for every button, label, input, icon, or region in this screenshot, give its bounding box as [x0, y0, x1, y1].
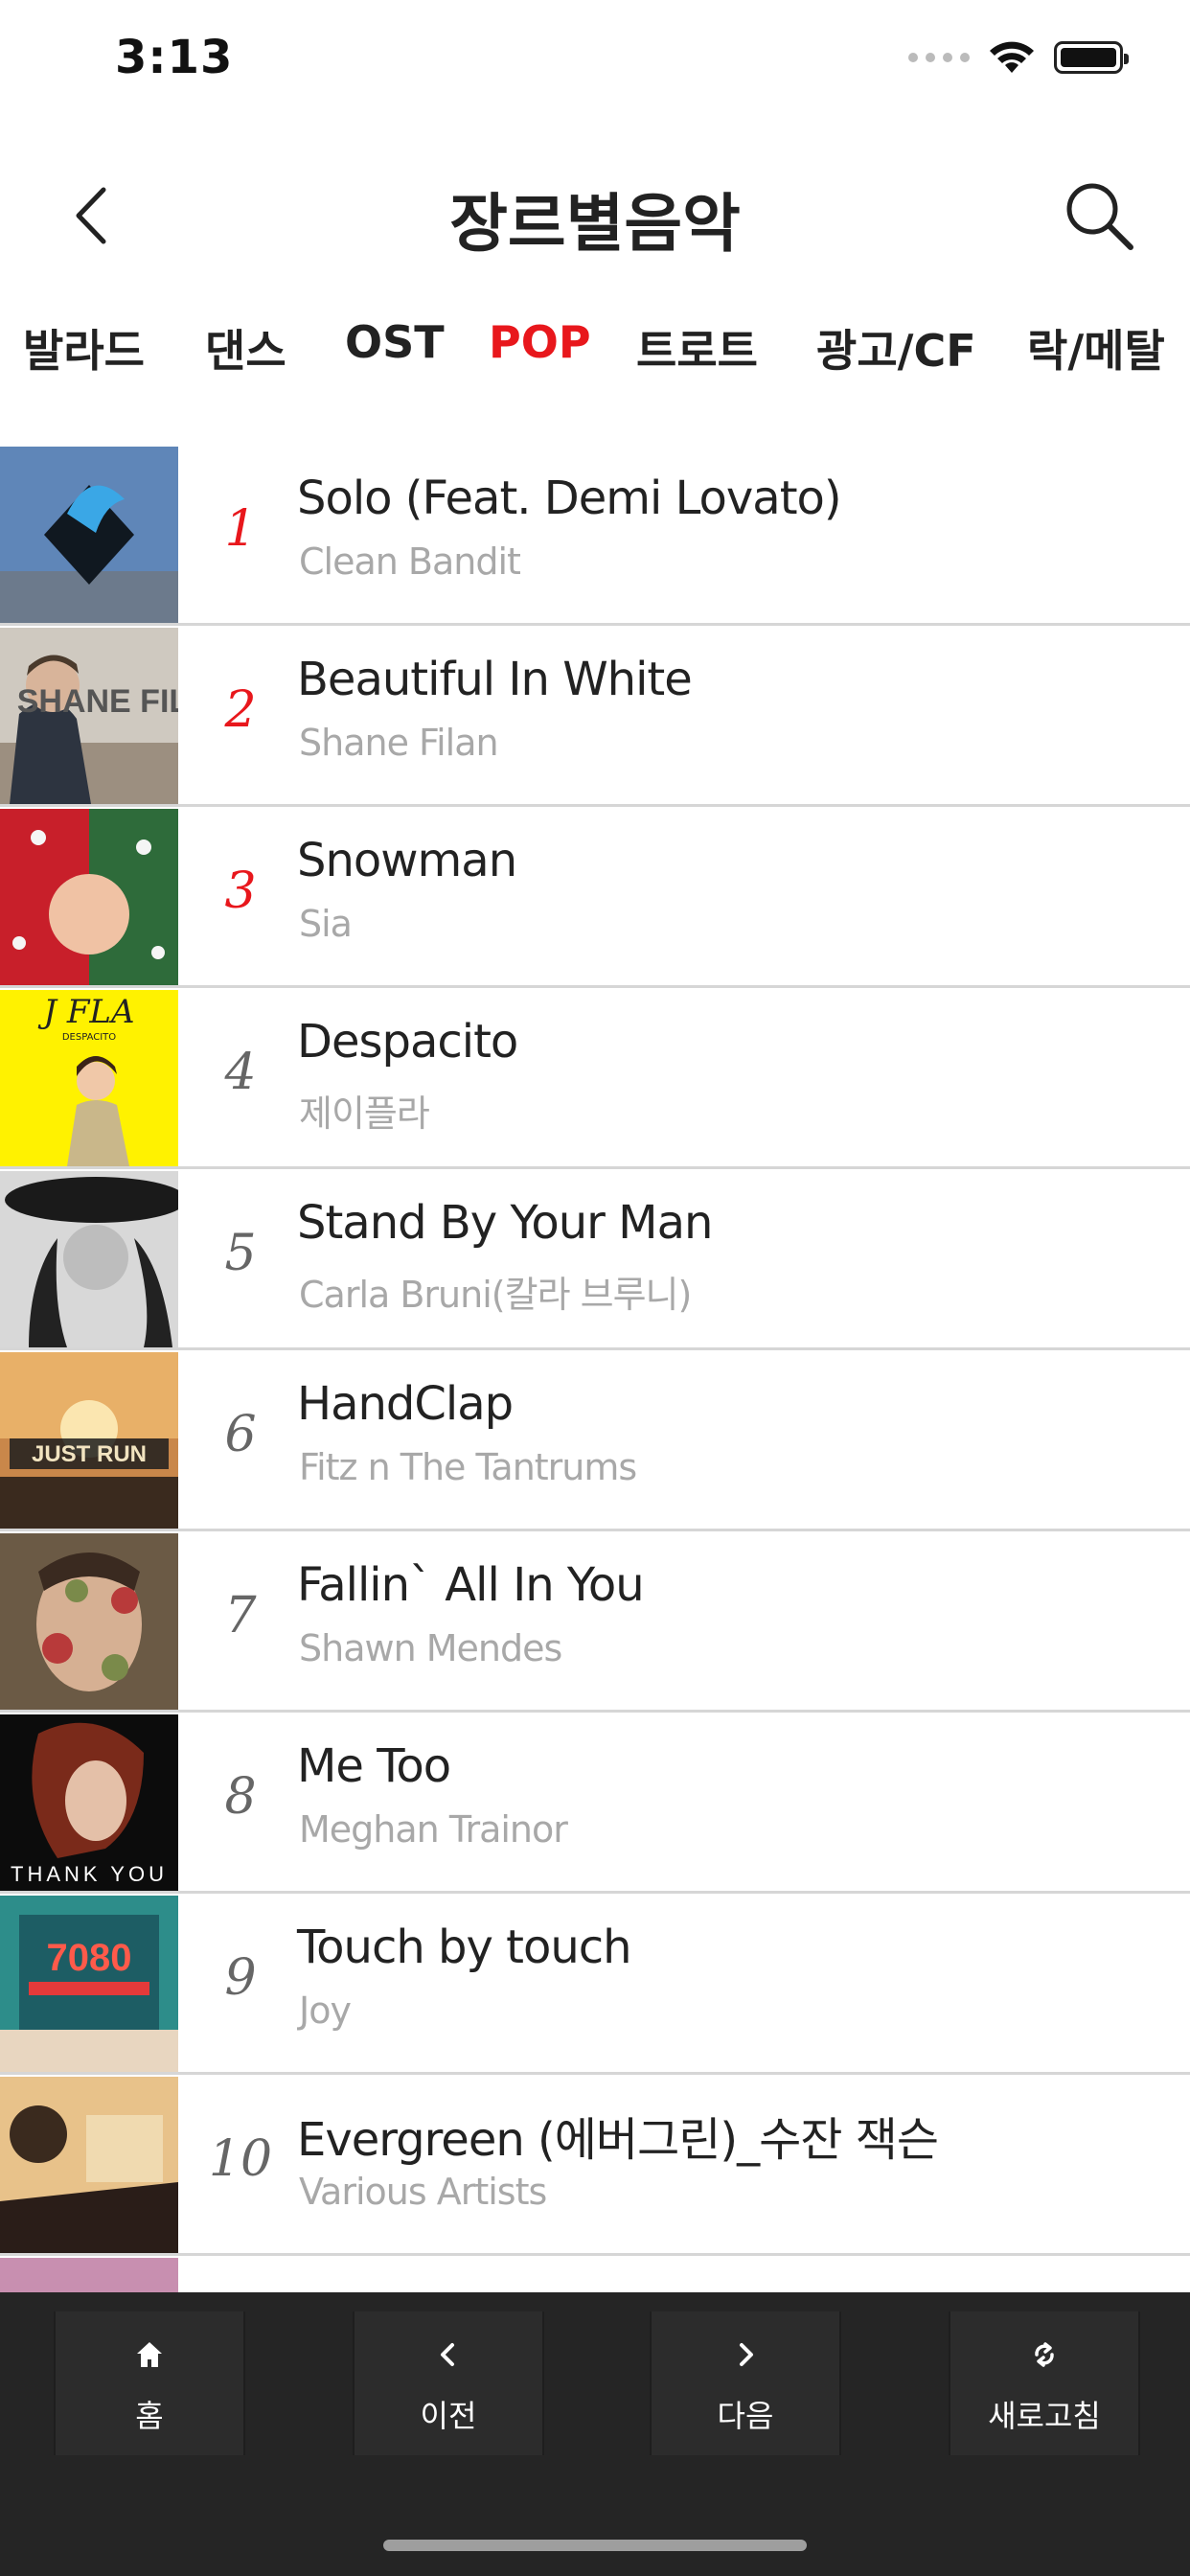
album-art-text: 7080 [47, 1937, 132, 1979]
song-artist: Carla Bruni(칼라 브루니) [299, 1274, 692, 1316]
bottom-nav-bar: 홈 이전 다음 새로고침 [0, 2292, 1190, 2576]
song-artist: Shawn Mendes [299, 1627, 562, 1669]
song-artist: Shane Filan [299, 722, 499, 764]
rank-number: 9 [224, 1949, 257, 2007]
album-art [0, 447, 178, 623]
song-title: Evergreen (에버그린)_수잔 잭슨 [297, 2113, 939, 2167]
song-row[interactable]: 10 Evergreen (에버그린)_수잔 잭슨 Various Artist… [0, 2075, 1190, 2256]
next-button[interactable]: 다음 [650, 2312, 841, 2455]
song-title: Beautiful In White [297, 653, 693, 706]
refresh-button[interactable]: 새로고침 [949, 2312, 1140, 2455]
song-row[interactable]: 5 Stand By Your Man Carla Bruni(칼라 브루니) [0, 1169, 1190, 1350]
song-artist: Clean Bandit [299, 540, 521, 583]
song-artist: Various Artists [299, 2171, 547, 2213]
album-art [0, 2077, 178, 2253]
song-row[interactable]: 7080 9 Touch by touch Joy [0, 1894, 1190, 2075]
song-title: Me Too [297, 1739, 451, 1793]
status-time: 3:13 [115, 31, 234, 84]
home-label: 홈 [135, 2398, 164, 2434]
tab-ballad[interactable]: 발라드 [23, 316, 145, 380]
tab-trot[interactable]: 트로트 [636, 316, 758, 380]
album-art [0, 809, 178, 985]
app-header: 장르별음악 [0, 163, 1190, 268]
search-button[interactable] [1056, 172, 1142, 259]
rank-number: 5 [224, 1225, 257, 1282]
album-art: JUST RUN [0, 1352, 178, 1529]
tab-rock-metal[interactable]: 락/메탈 [1027, 316, 1165, 380]
genre-tabs: 발라드 댄스 OST POP 트로트 광고/CF 락/메탈 [0, 316, 1190, 393]
refresh-icon [1035, 2342, 1054, 2367]
tab-ost[interactable]: OST [345, 316, 445, 368]
song-row[interactable]: 3 Snowman Sia [0, 807, 1190, 988]
page-title: 장르별음악 [449, 187, 741, 261]
song-title: Stand By Your Man [297, 1196, 713, 1250]
tab-cf[interactable]: 광고/CF [816, 316, 976, 380]
album-art: 7080 [0, 1896, 178, 2072]
chevron-right-icon [740, 2343, 753, 2366]
rank-number: 2 [224, 681, 257, 739]
album-art-text: DESPACITO [62, 1032, 116, 1043]
home-indicator [383, 2540, 807, 2551]
chevron-left-icon [441, 2343, 454, 2366]
album-art [0, 1533, 178, 1710]
album-art: THANK YOU [0, 1714, 178, 1891]
battery-icon [1054, 41, 1129, 74]
status-icons [908, 38, 1129, 77]
status-bar: 3:13 [0, 0, 1190, 125]
song-artist: 제이플라 [299, 1092, 430, 1135]
song-title: Fallin` All In You [297, 1558, 645, 1612]
album-art-text: THANK YOU [11, 1862, 168, 1886]
song-title: Solo (Feat. Demi Lovato) [297, 472, 842, 525]
song-artist: Fitz n The Tantrums [299, 1446, 637, 1488]
song-title: Touch by touch [297, 1920, 632, 1974]
rank-number: 8 [224, 1768, 257, 1826]
song-row[interactable]: THANK YOU 8 Me Too Meghan Trainor [0, 1713, 1190, 1894]
song-list: 1 Solo (Feat. Demi Lovato) Clean Bandit … [0, 445, 1190, 2437]
album-art: SHANE FILAN [0, 628, 178, 804]
prev-label: 이전 [420, 2398, 477, 2434]
rank-number: 7 [224, 1587, 257, 1644]
song-artist: Sia [299, 903, 353, 945]
song-title: Despacito [297, 1015, 518, 1069]
home-icon [137, 2342, 162, 2367]
rank-number: 10 [208, 2130, 273, 2188]
song-title: Snowman [297, 834, 517, 887]
song-row[interactable]: 7 Fallin` All In You Shawn Mendes [0, 1531, 1190, 1713]
rank-number: 3 [224, 862, 257, 920]
prev-button[interactable]: 이전 [353, 2312, 544, 2455]
tab-dance[interactable]: 댄스 [205, 316, 286, 380]
song-row[interactable]: J FLA DESPACITO 4 Despacito 제이플라 [0, 988, 1190, 1169]
album-art-text: JUST RUN [32, 1441, 147, 1467]
refresh-label: 새로고침 [988, 2398, 1101, 2434]
tab-pop[interactable]: POP [489, 316, 591, 368]
song-artist: Meghan Trainor [299, 1808, 568, 1851]
search-icon [1066, 183, 1133, 250]
rank-number: 1 [224, 500, 257, 558]
home-button[interactable]: 홈 [54, 2312, 245, 2455]
song-title: HandClap [297, 1377, 514, 1431]
next-label: 다음 [717, 2398, 774, 2434]
song-row[interactable]: SHANE FILAN 2 Beautiful In White Shane F… [0, 626, 1190, 807]
wifi-icon [990, 41, 1034, 73]
album-art-text: J FLA [37, 993, 134, 1031]
rank-number: 4 [224, 1044, 257, 1101]
signal-icon [908, 53, 970, 62]
rank-number: 6 [224, 1406, 257, 1463]
song-row[interactable]: 1 Solo (Feat. Demi Lovato) Clean Bandit [0, 445, 1190, 626]
album-art-text: SHANE FILAN [17, 683, 178, 720]
album-art [0, 1171, 178, 1347]
album-art: J FLA DESPACITO [0, 990, 178, 1166]
song-artist: Joy [299, 1990, 352, 2032]
song-row[interactable]: JUST RUN 6 HandClap Fitz n The Tantrums [0, 1350, 1190, 1531]
